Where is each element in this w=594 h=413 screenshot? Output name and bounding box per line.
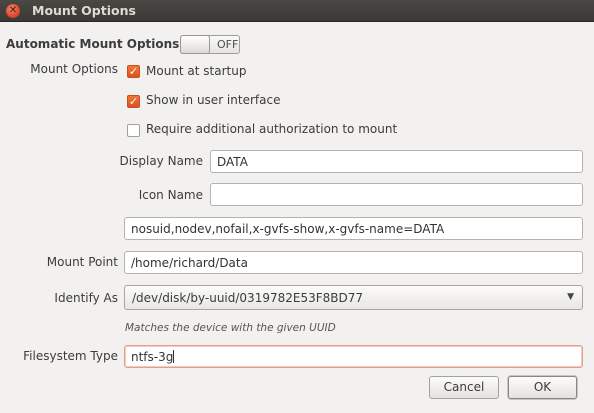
identify-as-value: /dev/disk/by-uuid/0319782E53F8BD77 [132,291,363,305]
ok-button[interactable]: OK [508,376,577,399]
icon-name-field[interactable] [210,183,583,206]
title-bar: ✕ Mount Options [0,0,594,22]
mount-point-field[interactable]: /home/richard/Data [124,251,583,274]
automatic-mount-options-label: Automatic Mount Options [6,37,180,51]
mount-point-label: Mount Point [46,255,118,269]
mount-at-startup-checkbox[interactable]: ✓ [127,65,140,78]
mount-options-label: Mount Options [30,62,118,76]
toggle-knob [180,35,210,54]
identify-as-label: Identify As [54,291,118,305]
show-in-ui-checkbox[interactable]: ✓ [127,95,140,108]
identify-as-dropdown[interactable]: /dev/disk/by-uuid/0319782E53F8BD77 ▼ [124,285,583,310]
mount-at-startup-label[interactable]: Mount at startup [146,64,246,78]
chevron-down-icon: ▼ [567,292,574,302]
identify-as-hint: Matches the device with the given UUID [125,322,336,334]
display-name-label: Display Name [119,154,203,168]
require-authorization-checkbox[interactable] [127,124,140,137]
window-title: Mount Options [32,3,136,18]
text-caret [173,350,175,363]
mount-options-string-field[interactable]: nosuid,nodev,nofail,x-gvfs-show,x-gvfs-n… [124,217,583,240]
filesystem-type-value: ntfs-3g [131,350,174,364]
toggle-state: OFF [217,38,239,51]
icon-name-label: Icon Name [138,188,203,202]
filesystem-type-field[interactable]: ntfs-3g [124,345,583,368]
checkmark-icon: ✓ [128,65,139,78]
display-name-field[interactable]: DATA [210,150,583,173]
filesystem-type-label: Filesystem Type [23,349,118,363]
checkmark-icon: ✓ [128,95,139,108]
require-authorization-label[interactable]: Require additional authorization to moun… [146,122,397,136]
automatic-mount-toggle[interactable]: OFF [180,35,240,54]
close-icon[interactable]: ✕ [6,4,20,18]
cancel-button[interactable]: Cancel [429,376,499,399]
show-in-ui-label[interactable]: Show in user interface [146,93,280,107]
